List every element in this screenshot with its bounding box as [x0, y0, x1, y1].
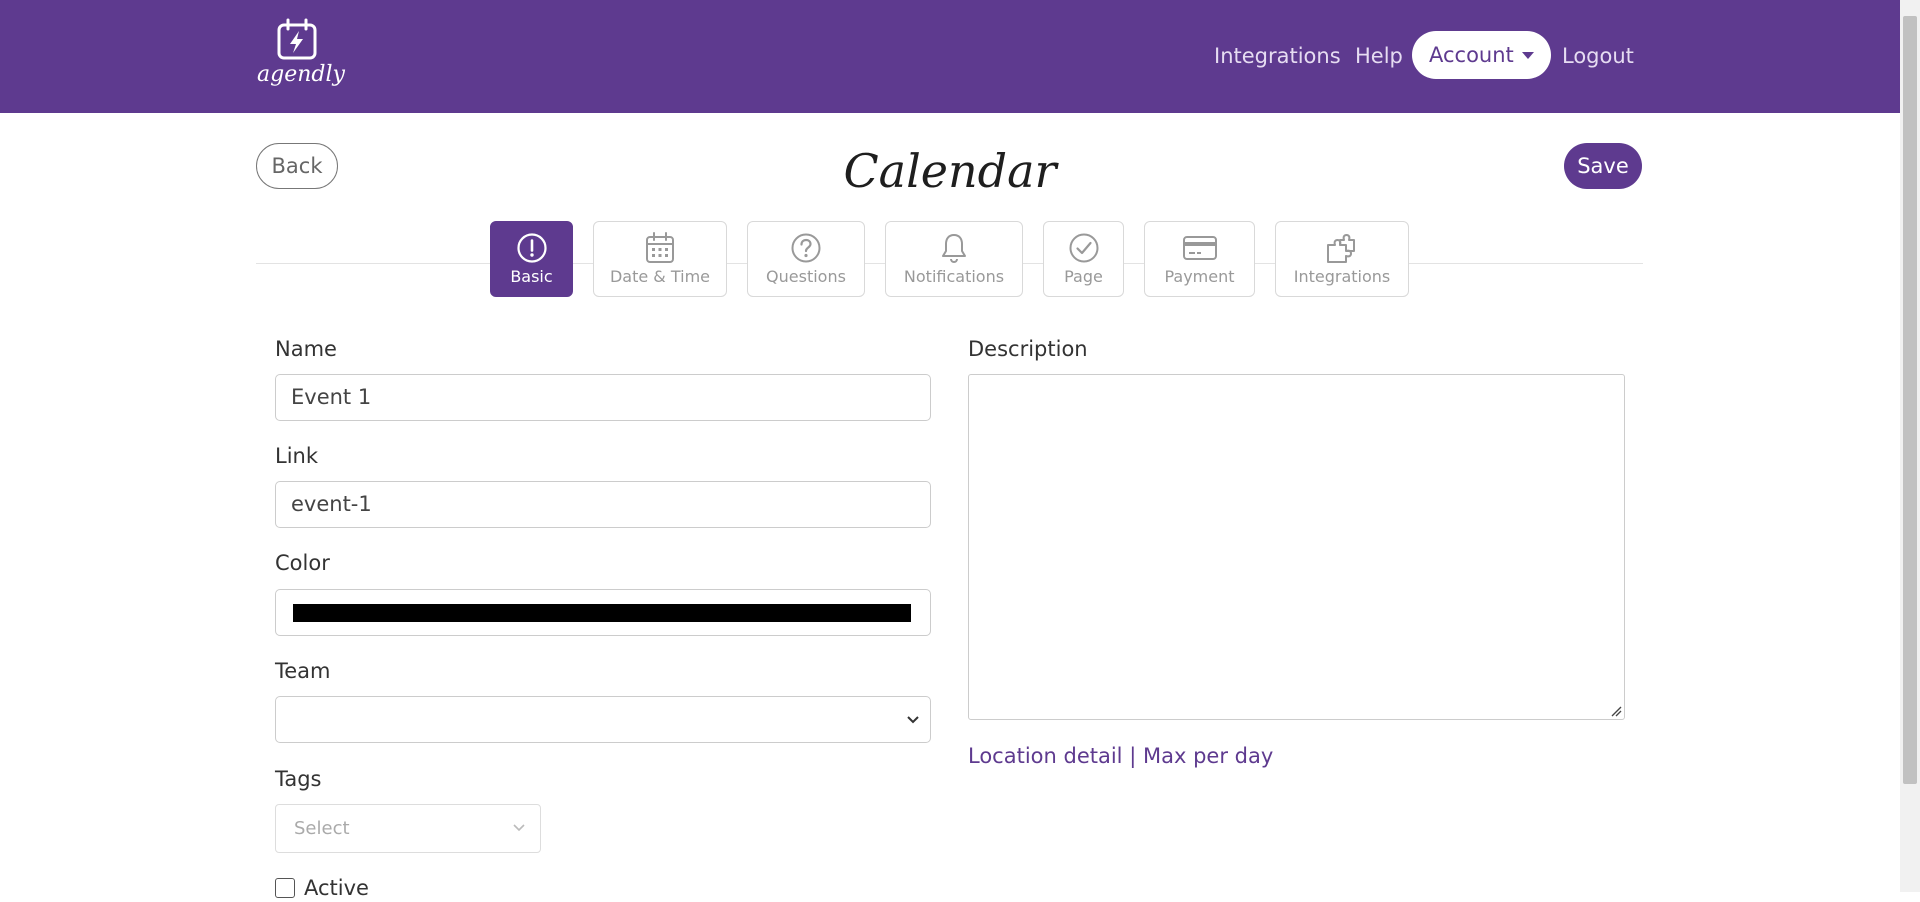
caret-down-icon: [1522, 52, 1534, 59]
link-separator: |: [1129, 744, 1137, 768]
chevron-down-icon: [513, 824, 525, 832]
resize-grip-icon[interactable]: [1610, 705, 1622, 717]
account-dropdown-label: Account: [1429, 43, 1514, 67]
location-links: Location detail | Max per day: [968, 741, 1273, 771]
active-checkbox-label: Active: [304, 876, 369, 900]
name-label: Name: [275, 337, 337, 361]
brand-logo-text: agendly: [257, 62, 345, 87]
chevron-down-icon: [907, 716, 919, 724]
description-textarea[interactable]: [968, 374, 1625, 720]
tab-integrations-label: Integrations: [1293, 267, 1391, 286]
link-input[interactable]: event-1: [275, 481, 931, 528]
puzzle-icon: [1327, 234, 1355, 263]
tab-payment-label: Payment: [1164, 267, 1235, 286]
calendar-icon: [646, 232, 674, 263]
tab-questions-label: Questions: [766, 267, 846, 286]
tab-page[interactable]: Page: [1043, 221, 1124, 297]
location-detail-link[interactable]: Location detail: [968, 744, 1123, 768]
tab-date-time[interactable]: Date & Time: [593, 221, 727, 297]
nav-help-link[interactable]: Help: [1355, 40, 1403, 72]
nav-integrations-link[interactable]: Integrations: [1214, 40, 1341, 72]
tab-basic-label: Basic: [510, 267, 553, 286]
description-label: Description: [968, 337, 1088, 361]
page-scrollbar[interactable]: [1900, 0, 1920, 892]
tab-payment[interactable]: Payment: [1144, 221, 1255, 297]
top-navbar: agendly Integrations Help Account Logout: [0, 0, 1900, 113]
bell-icon: [942, 234, 966, 264]
check-circle-icon: [1069, 233, 1098, 263]
tags-select[interactable]: Select: [275, 804, 541, 853]
tags-select-placeholder: Select: [294, 818, 350, 839]
calendar-bolt-icon: [277, 18, 317, 60]
max-per-day-link[interactable]: Max per day: [1143, 744, 1273, 768]
tab-basic[interactable]: Basic: [490, 221, 573, 297]
tab-date-time-label: Date & Time: [609, 267, 711, 286]
color-swatch: [293, 604, 911, 622]
tab-notifications[interactable]: Notifications: [885, 221, 1023, 297]
name-input[interactable]: Event 1: [275, 374, 931, 421]
nav-logout-link[interactable]: Logout: [1562, 40, 1634, 72]
save-button[interactable]: Save: [1564, 143, 1642, 189]
tab-page-label: Page: [1064, 267, 1103, 286]
tab-notifications-label: Notifications: [903, 267, 1005, 286]
scrollbar-thumb[interactable]: [1903, 16, 1917, 784]
team-label: Team: [275, 659, 331, 683]
tab-questions[interactable]: Questions: [747, 221, 865, 297]
account-dropdown[interactable]: Account: [1412, 31, 1551, 79]
brand-logo[interactable]: agendly: [257, 18, 345, 92]
link-label: Link: [275, 444, 319, 468]
tab-integrations[interactable]: Integrations: [1275, 221, 1409, 297]
tags-label: Tags: [275, 767, 322, 791]
active-checkbox[interactable]: [275, 878, 295, 898]
color-picker-input[interactable]: [275, 589, 931, 636]
exclamation-circle-icon: [516, 233, 547, 263]
question-circle-icon: [791, 233, 821, 263]
team-select[interactable]: [275, 696, 931, 743]
color-label: Color: [275, 551, 330, 575]
credit-card-icon: [1182, 236, 1217, 260]
